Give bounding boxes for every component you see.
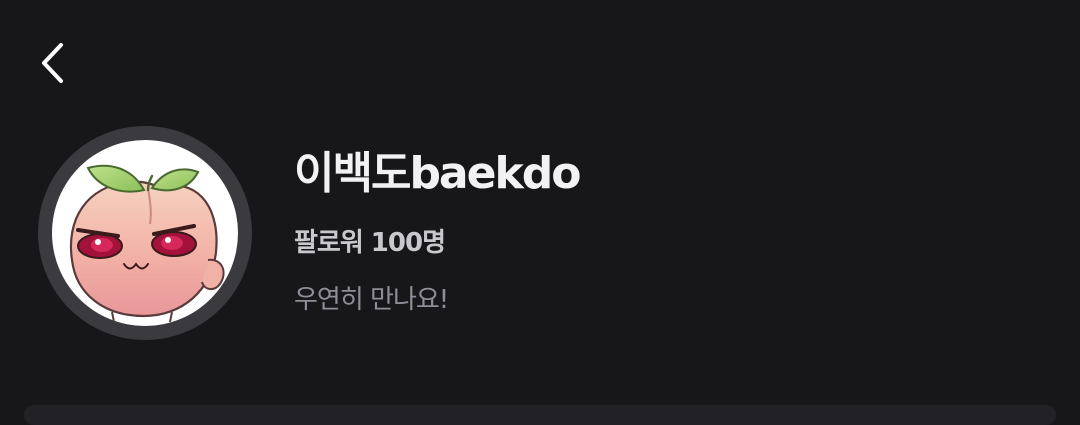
content-panel-edge — [24, 405, 1056, 425]
profile-bio: 우연히 만나요! — [294, 285, 449, 315]
back-button[interactable] — [28, 38, 78, 88]
profile-info: 이백도baekdo 팔로워 100명 우연히 만나요! — [294, 142, 581, 318]
profile-name: 이백도baekdo — [294, 148, 581, 199]
chevron-left-icon — [42, 43, 63, 83]
avatar[interactable] — [52, 140, 238, 326]
peach-character-avatar — [69, 164, 225, 323]
follower-count[interactable]: 팔로워 100명 — [294, 226, 579, 260]
avatar-ring — [38, 126, 252, 340]
